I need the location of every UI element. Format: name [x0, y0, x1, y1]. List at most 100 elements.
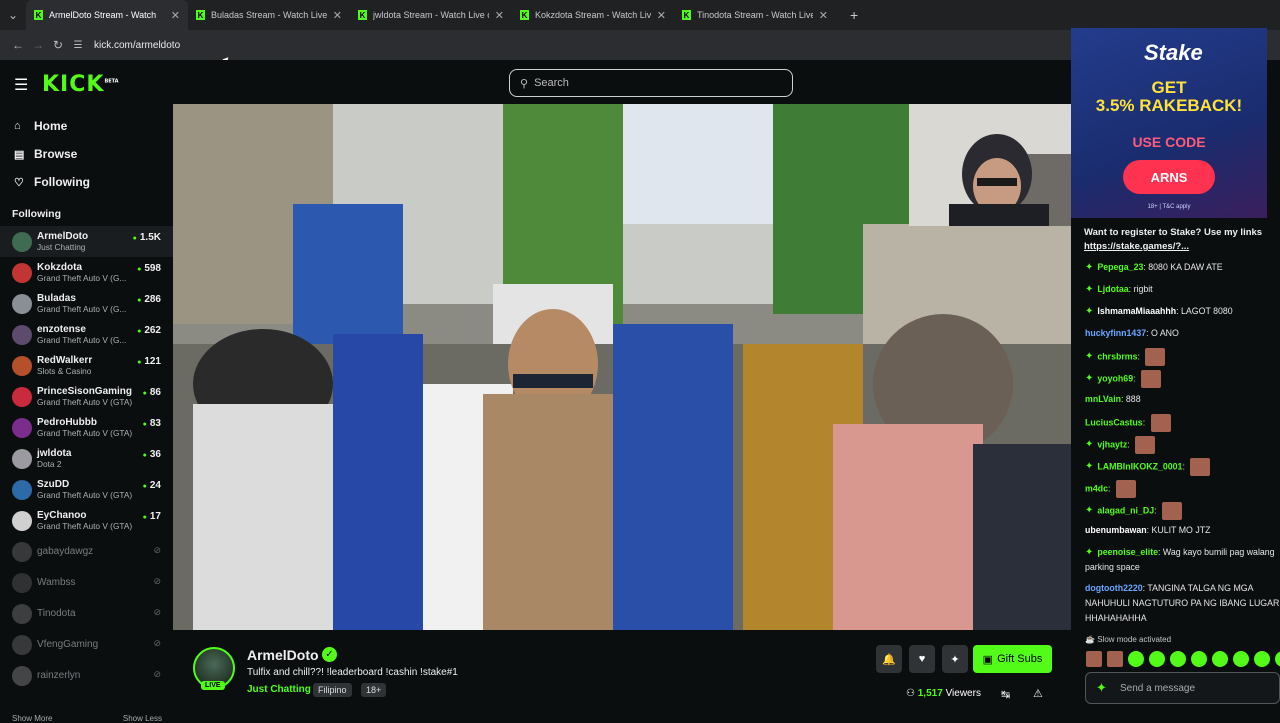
followed-channel[interactable]: gabaydawgz ⊘: [0, 536, 173, 567]
chat-username[interactable]: Ljdotaa: [1097, 284, 1128, 294]
emote-icon[interactable]: [1086, 651, 1102, 667]
browser-tab[interactable]: K ArmelDoto Stream - Watch ✕: [26, 0, 188, 30]
chat-username[interactable]: vjhaytz: [1097, 439, 1127, 449]
streamer-name[interactable]: ArmelDoto: [247, 647, 319, 663]
chat-username[interactable]: m4dc: [1085, 483, 1108, 493]
chat-username[interactable]: chrsbrms: [1097, 351, 1137, 361]
emote-icon[interactable]: [1212, 651, 1228, 667]
browser-tab[interactable]: K Tinodota Stream - Watch Live o ✕: [674, 0, 836, 30]
followed-channel[interactable]: SzuDD Grand Theft Auto V (GTA) ● 24: [0, 474, 173, 505]
chat-text: rigbit: [1133, 284, 1153, 294]
browser-tab[interactable]: K Buladas Stream - Watch Live on ✕: [188, 0, 350, 30]
sidebar-nav-home[interactable]: ⌂ Home: [0, 112, 173, 140]
chat-input-placeholder: Send a message: [1120, 682, 1196, 694]
chat-badge-icon: ✦: [1085, 306, 1094, 317]
tag-age[interactable]: 18+: [361, 683, 387, 697]
channel-name: ArmelDoto: [37, 230, 89, 242]
report-icon[interactable]: ⚠: [1033, 687, 1043, 700]
back-icon[interactable]: ←: [8, 38, 28, 52]
close-tab-icon[interactable]: ✕: [333, 9, 342, 22]
close-tab-icon[interactable]: ✕: [819, 9, 828, 22]
pinned-link[interactable]: https://stake.games/?...: [1084, 241, 1189, 252]
following-heading: Following: [12, 208, 61, 220]
emote-icon[interactable]: [1233, 651, 1249, 667]
offline-icon: ⊘: [153, 545, 161, 555]
channel-name: Buladas: [37, 292, 76, 304]
close-tab-icon[interactable]: ✕: [171, 9, 180, 22]
followed-channel[interactable]: PrinceSisonGaming Grand Theft Auto V (GTA…: [0, 381, 173, 412]
show-less-button[interactable]: Show Less: [123, 714, 162, 723]
offline-icon: ⊘: [153, 607, 161, 617]
sidebar-nav-following[interactable]: ♡ Following: [0, 168, 173, 196]
close-tab-icon[interactable]: ✕: [495, 9, 504, 22]
chat-username[interactable]: dogtooth2220: [1085, 583, 1143, 593]
url-field[interactable]: kick.com/armeldoto: [94, 40, 180, 51]
reload-icon[interactable]: ↻: [48, 38, 68, 52]
share-icon[interactable]: ↹: [1001, 688, 1010, 701]
followed-channel[interactable]: Kokzdota Grand Theft Auto V (G... ● 598: [0, 257, 173, 288]
tab-list-chevron-icon[interactable]: ⌄: [0, 8, 26, 22]
followed-channel[interactable]: enzotense Grand Theft Auto V (G... ● 262: [0, 319, 173, 350]
followed-channel[interactable]: Wambss ⊘: [0, 567, 173, 598]
kick-favicon-icon: K: [358, 10, 367, 20]
search-input[interactable]: ⚲ Search: [509, 69, 793, 97]
emote-icon[interactable]: [1149, 651, 1165, 667]
chat-input[interactable]: Send a message: [1085, 672, 1280, 704]
site-info-icon[interactable]: ☰: [68, 40, 88, 51]
chat-username[interactable]: mnLVain: [1085, 394, 1121, 404]
emote-icon[interactable]: [1275, 651, 1280, 667]
kick-logo[interactable]: KICKBETA: [42, 72, 119, 97]
close-tab-icon[interactable]: ✕: [657, 9, 666, 22]
followed-channel[interactable]: Tinodota ⊘: [0, 598, 173, 629]
emote-icon[interactable]: [1191, 651, 1207, 667]
emote-icon[interactable]: [1170, 651, 1186, 667]
browser-tab[interactable]: K Kokzdota Stream - Watch Live o ✕: [512, 0, 674, 30]
live-dot-icon: ●: [137, 266, 142, 273]
sidebar-nav-browse[interactable]: ▤ Browse: [0, 140, 173, 168]
follow-button[interactable]: ♥: [909, 645, 935, 673]
chat-username[interactable]: yoyoh69: [1097, 373, 1133, 383]
emote-icon[interactable]: [1254, 651, 1270, 667]
browser-tab[interactable]: Kjwldota Stream - Watch Live on ✕: [350, 0, 512, 30]
chat-username[interactable]: LuciusCastus: [1085, 417, 1143, 427]
chat-username[interactable]: peenoise_elite: [1097, 547, 1158, 557]
gift-subs-button[interactable]: ▣ Gift Subs: [973, 645, 1052, 673]
followed-channel[interactable]: PedroHubbb Grand Theft Auto V (GTA) ● 83: [0, 412, 173, 443]
emote-icon[interactable]: [1107, 651, 1123, 667]
chat-message: ✦ vjhaytz:: [1085, 436, 1280, 454]
chat-badge-icon: ✦: [1085, 439, 1094, 451]
followed-channel[interactable]: RedWalkerr Slots & Casino ● 121: [0, 350, 173, 381]
menu-icon[interactable]: ☰: [14, 75, 28, 95]
emote-icon[interactable]: [1128, 651, 1144, 667]
show-more-button[interactable]: Show More: [12, 714, 52, 723]
new-tab-button[interactable]: +: [850, 7, 858, 23]
channel-category: Grand Theft Auto V (G...: [37, 334, 127, 345]
chat-username[interactable]: huckyfinn1437: [1085, 328, 1146, 338]
live-dot-icon: ●: [142, 390, 147, 397]
tag-language[interactable]: Filipino: [313, 683, 352, 697]
chat-message: ✦ peenoise_elite: Wag kayo bumili pag wal…: [1085, 547, 1275, 572]
followed-channel[interactable]: VfengGaming ⊘: [0, 629, 173, 660]
forward-icon[interactable]: →: [28, 38, 48, 52]
chat-username[interactable]: Pepega_23: [1097, 262, 1143, 272]
stream-category[interactable]: Just Chatting: [247, 684, 311, 695]
channel-viewers: ● 262: [137, 325, 161, 336]
followed-channel[interactable]: ArmelDoto Just Chatting ● 1.5K: [0, 226, 173, 257]
followed-channel[interactable]: Buladas Grand Theft Auto V (G... ● 286: [0, 288, 173, 319]
followed-channel[interactable]: EyChanoo Grand Theft Auto V (GTA) ● 17: [0, 505, 173, 536]
followed-channel[interactable]: rainzerlyn ⊘: [0, 660, 173, 691]
home-icon: ⌂: [14, 120, 21, 132]
sparkle-button[interactable]: ✦: [942, 645, 968, 673]
sparkle-icon: ✦: [950, 653, 960, 666]
chat-badge-icon: ✦: [1085, 284, 1094, 295]
ad-code-button[interactable]: ARNS: [1123, 160, 1215, 194]
chat-username[interactable]: alagad_ni_DJ: [1097, 505, 1154, 515]
channel-category: Dota 2: [37, 458, 62, 469]
notification-bell-button[interactable]: 🔔: [876, 645, 902, 673]
channel-category: Grand Theft Auto V (GTA): [37, 489, 133, 500]
followed-channel[interactable]: jwldota Dota 2 ● 36: [0, 443, 173, 474]
chat-username[interactable]: LAMBInIKOKZ_0001: [1097, 461, 1182, 471]
chat-username[interactable]: IshmamaMiaaahhh: [1097, 306, 1176, 316]
channel-avatar: [12, 417, 32, 438]
chat-username[interactable]: ubenumbawan: [1085, 525, 1147, 535]
